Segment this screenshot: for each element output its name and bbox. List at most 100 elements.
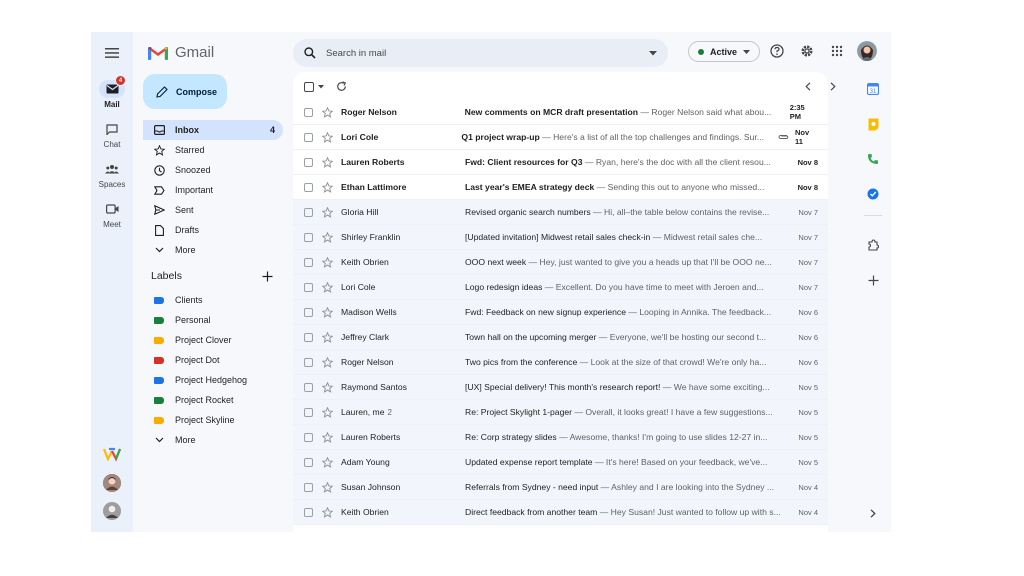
message-row[interactable]: Shirley Franklin [Updated invitation] Mid… <box>293 225 828 250</box>
labels-more[interactable]: More <box>143 430 283 450</box>
contact-avatar[interactable] <box>103 474 121 492</box>
star-icon[interactable] <box>322 381 334 393</box>
rail-item-chat[interactable]: Chat <box>91 120 133 154</box>
row-checkbox[interactable] <box>304 132 313 142</box>
message-row[interactable]: Jeffrey Clark Town hall on the upcoming m… <box>293 325 828 350</box>
row-checkbox[interactable] <box>304 282 313 292</box>
main-menu-icon[interactable] <box>105 46 119 58</box>
previous-page-icon[interactable] <box>805 82 811 91</box>
nav-item-snoozed[interactable]: Snoozed <box>143 160 283 180</box>
message-row[interactable]: Lori Cole Q1 project wrap-up — Here's a l… <box>293 125 828 150</box>
workspace-logo-icon[interactable] <box>102 446 122 464</box>
row-checkbox[interactable] <box>304 107 313 117</box>
expand-side-panel-icon[interactable] <box>866 506 880 520</box>
message-row[interactable]: Keith Obrien Direct feedback from another… <box>293 500 828 525</box>
message-row[interactable]: Gloria Hill Revised organic search number… <box>293 200 828 225</box>
star-icon[interactable] <box>322 106 334 118</box>
nav-item-drafts[interactable]: Drafts <box>143 220 283 240</box>
apps-grid-icon[interactable] <box>829 43 845 59</box>
nav-item-more[interactable]: More <box>143 240 283 260</box>
star-icon[interactable] <box>322 131 334 143</box>
search-icon[interactable] <box>304 47 316 59</box>
search-bar[interactable]: Search in mail <box>293 39 668 67</box>
star-icon[interactable] <box>322 431 334 443</box>
message-row[interactable]: Ethan Lattimore Last year's EMEA strategy… <box>293 175 828 200</box>
star-icon[interactable] <box>322 306 334 318</box>
row-checkbox[interactable] <box>304 182 313 192</box>
contacts-phone-icon[interactable] <box>866 152 880 166</box>
gmail-logo[interactable]: Gmail <box>148 42 214 62</box>
row-checkbox[interactable] <box>304 382 313 392</box>
label-item-project-skyline[interactable]: Project Skyline <box>143 410 283 430</box>
row-checkbox[interactable] <box>304 307 313 317</box>
message-row[interactable]: Lauren Roberts Fwd: Client resources for … <box>293 150 828 175</box>
add-label-icon[interactable] <box>262 271 273 282</box>
nav-item-inbox[interactable]: Inbox 4 <box>143 120 283 140</box>
account-avatar[interactable] <box>857 41 877 61</box>
search-input[interactable]: Search in mail <box>326 48 649 59</box>
message-row[interactable]: Raymond Santos [UX] Special delivery! Thi… <box>293 375 828 400</box>
contact-avatar[interactable] <box>103 502 121 520</box>
label-item-clients[interactable]: Clients <box>143 290 283 310</box>
message-subject: [UX] Special delivery! This month's rese… <box>465 382 661 392</box>
star-icon[interactable] <box>322 281 334 293</box>
row-checkbox[interactable] <box>304 482 313 492</box>
row-checkbox[interactable] <box>304 357 313 367</box>
message-row[interactable]: Lauren, me 2 Re: Project Skylight 1-pager … <box>293 400 828 425</box>
rail-item-spaces[interactable]: Spaces <box>91 160 133 194</box>
message-row[interactable]: Susan Johnson Referrals from Sydney - nee… <box>293 475 828 500</box>
help-icon[interactable] <box>769 43 785 59</box>
compose-button[interactable]: Compose <box>143 74 227 109</box>
star-icon[interactable] <box>322 181 334 193</box>
row-checkbox[interactable] <box>304 457 313 467</box>
nav-item-important[interactable]: Important <box>143 180 283 200</box>
nav-item-starred[interactable]: Starred <box>143 140 283 160</box>
star-icon[interactable] <box>322 256 334 268</box>
row-checkbox[interactable] <box>304 432 313 442</box>
message-row[interactable]: Roger Nelson New comments on MCR draft pr… <box>293 100 828 125</box>
status-selector[interactable]: Active <box>688 41 760 62</box>
settings-gear-icon[interactable] <box>799 43 815 59</box>
rail-item-meet[interactable]: Meet <box>91 200 133 234</box>
nav-item-sent[interactable]: Sent <box>143 200 283 220</box>
star-icon[interactable] <box>322 356 334 368</box>
add-ons-icon[interactable] <box>866 238 880 252</box>
star-icon[interactable] <box>322 156 334 168</box>
message-date: Nov 6 <box>798 307 818 317</box>
nav-item-label: More <box>175 435 196 445</box>
row-checkbox[interactable] <box>304 332 313 342</box>
message-row[interactable]: Adam Young Updated expense report templat… <box>293 450 828 475</box>
keep-icon[interactable] <box>866 117 880 131</box>
select-all-checkbox[interactable] <box>304 82 314 92</box>
star-icon[interactable] <box>322 456 334 468</box>
row-checkbox[interactable] <box>304 257 313 267</box>
star-icon[interactable] <box>322 506 334 518</box>
star-icon[interactable] <box>322 331 334 343</box>
add-icon[interactable] <box>866 273 880 287</box>
label-item-project-dot[interactable]: Project Dot <box>143 350 283 370</box>
label-item-project-hedgehog[interactable]: Project Hedgehog <box>143 370 283 390</box>
select-options-icon[interactable] <box>318 85 324 89</box>
message-row[interactable]: Roger Nelson Two pics from the conference… <box>293 350 828 375</box>
label-item-project-clover[interactable]: Project Clover <box>143 330 283 350</box>
star-icon[interactable] <box>322 206 334 218</box>
rail-item-mail[interactable]: 4 Mail <box>91 75 133 114</box>
row-checkbox[interactable] <box>304 157 313 167</box>
label-item-project-rocket[interactable]: Project Rocket <box>143 390 283 410</box>
row-checkbox[interactable] <box>304 232 313 242</box>
row-checkbox[interactable] <box>304 407 313 417</box>
message-row[interactable]: Madison Wells Fwd: Feedback on new signup… <box>293 300 828 325</box>
refresh-icon[interactable] <box>336 81 347 92</box>
star-icon[interactable] <box>322 406 334 418</box>
row-checkbox[interactable] <box>304 207 313 217</box>
message-row[interactable]: Lori Cole Logo redesign ideas — Excellent… <box>293 275 828 300</box>
message-row[interactable]: Keith Obrien OOO next week — Hey, just wa… <box>293 250 828 275</box>
calendar-icon[interactable]: 31 <box>866 82 880 96</box>
tasks-icon[interactable] <box>866 187 880 201</box>
star-icon[interactable] <box>322 481 334 493</box>
row-checkbox[interactable] <box>304 507 313 517</box>
star-icon[interactable] <box>322 231 334 243</box>
label-item-personal[interactable]: Personal <box>143 310 283 330</box>
search-options-icon[interactable] <box>649 50 657 56</box>
message-row[interactable]: Lauren Roberts Re: Corp strategy slides —… <box>293 425 828 450</box>
